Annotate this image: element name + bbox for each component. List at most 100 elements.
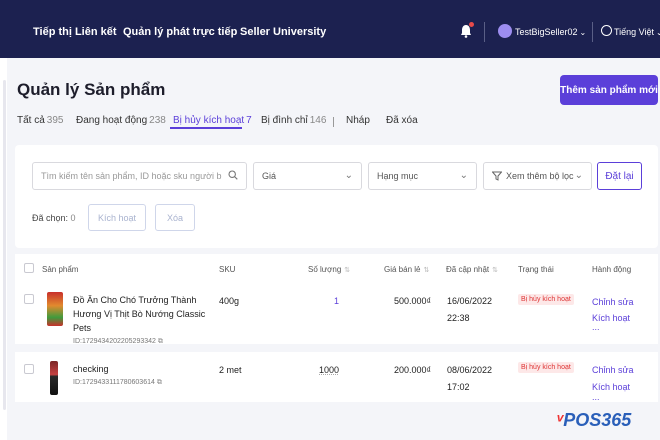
updated-time: 22:38 bbox=[447, 313, 470, 323]
header-quantity-label: Số lượng bbox=[308, 265, 342, 274]
selected-count: Đã chọn: 0 bbox=[32, 213, 76, 223]
tab-label: Bị hủy kích hoạt bbox=[173, 115, 245, 126]
notification-dot bbox=[469, 22, 474, 27]
price-filter-select[interactable]: Giá ⌄ bbox=[253, 162, 362, 190]
tab-label: Bị đình chỉ bbox=[261, 115, 308, 126]
active-tab-indicator bbox=[170, 127, 242, 129]
product-name[interactable]: checking bbox=[73, 362, 213, 376]
row-checkbox[interactable] bbox=[24, 364, 34, 374]
tab-active[interactable]: Đang hoạt động 238 bbox=[76, 115, 166, 126]
more-actions[interactable]: ... bbox=[592, 392, 600, 402]
product-id-text: ID:1729434202205293342 bbox=[73, 338, 156, 345]
header-actions: Hành động bbox=[592, 265, 632, 274]
header-updated[interactable]: Đã cập nhật ⇅ bbox=[446, 265, 498, 274]
tab-count: 238 bbox=[149, 115, 166, 126]
header-sku: SKU bbox=[219, 265, 236, 274]
divider bbox=[592, 22, 593, 42]
product-thumbnail[interactable] bbox=[50, 361, 58, 395]
bell-icon[interactable] bbox=[460, 22, 474, 38]
chevron-down-icon: ⌄ bbox=[344, 170, 353, 181]
bulk-delete-button[interactable]: Xóa bbox=[155, 204, 195, 231]
avatar[interactable] bbox=[498, 24, 512, 38]
username: TestBigSeller02 bbox=[515, 27, 578, 37]
category-filter-select[interactable]: Hạng mục ⌄ bbox=[368, 162, 477, 190]
product-price: 200.000₫ bbox=[394, 365, 432, 375]
header-updated-label: Đã cập nhật bbox=[446, 265, 490, 274]
bulk-activate-button[interactable]: Kích hoạt bbox=[88, 204, 146, 231]
product-info: checking ID:1729433111780603614 ⧉ bbox=[73, 362, 213, 390]
edit-link[interactable]: Chỉnh sửa bbox=[592, 294, 634, 310]
divider bbox=[484, 22, 485, 42]
nav-affiliate-marketing[interactable]: Tiếp thị Liên kết bbox=[33, 26, 117, 38]
tab-all[interactable]: Tất cả 395 bbox=[17, 115, 63, 126]
language-label: Tiếng Việt bbox=[614, 27, 655, 37]
chevron-down-icon: ⌄ bbox=[459, 170, 468, 181]
tab-label: Tất cả bbox=[17, 115, 45, 126]
tab-divider bbox=[333, 117, 334, 127]
more-actions[interactable]: ... bbox=[592, 322, 600, 332]
status-badge: Bị hủy kích hoạt bbox=[518, 294, 574, 305]
header-price[interactable]: Giá bán lẻ ⇅ bbox=[384, 265, 429, 274]
product-thumbnail[interactable] bbox=[47, 292, 63, 326]
brand-watermark: ᵛPOS365 bbox=[556, 410, 632, 430]
edit-link[interactable]: Chỉnh sửa bbox=[592, 362, 634, 378]
product-sku: 400g bbox=[219, 296, 240, 306]
nav-live-stream-management[interactable]: Quản lý phát trực tiếp bbox=[123, 26, 237, 38]
product-info: Đồ Ăn Cho Chó Trưởng Thành Hương Vị Thịt… bbox=[73, 293, 213, 349]
header-status: Trạng thái bbox=[518, 265, 554, 274]
updated-date: 08/06/2022 bbox=[447, 365, 493, 375]
header-price-label: Giá bán lẻ bbox=[384, 265, 421, 274]
tab-label: Đang hoạt động bbox=[76, 115, 148, 126]
updated-time: 17:02 bbox=[447, 382, 470, 392]
product-id-text: ID:1729433111780603614 bbox=[73, 379, 155, 386]
more-filters-label: Xem thêm bộ lọc bbox=[506, 171, 574, 181]
top-navbar: Tiếp thị Liên kết Quản lý phát trực tiếp… bbox=[0, 0, 660, 58]
tab-draft[interactable]: Nháp bbox=[346, 115, 370, 126]
tab-count: 7 bbox=[246, 115, 252, 126]
copy-icon[interactable]: ⧉ bbox=[158, 338, 163, 345]
brand-text: POS365 bbox=[563, 410, 632, 430]
sort-icon: ⇅ bbox=[492, 267, 499, 274]
tab-suspended[interactable]: Bị đình chỉ 146 bbox=[261, 115, 326, 126]
tab-deleted[interactable]: Đã xóa bbox=[386, 115, 418, 126]
select-all-checkbox[interactable] bbox=[24, 263, 34, 273]
selected-label: Đã chọn: bbox=[32, 213, 69, 223]
row-checkbox[interactable] bbox=[24, 294, 34, 304]
selected-number: 0 bbox=[70, 213, 76, 223]
reset-button[interactable]: Đặt lại bbox=[597, 162, 642, 190]
tab-count: 146 bbox=[309, 115, 327, 126]
sort-icon: ⇅ bbox=[423, 267, 430, 274]
product-id: ID:1729433111780603614 ⧉ bbox=[73, 376, 213, 390]
nav-seller-university[interactable]: Seller University bbox=[240, 26, 326, 38]
product-name[interactable]: Đồ Ăn Cho Chó Trưởng Thành Hương Vị Thịt… bbox=[73, 293, 213, 335]
filter-card bbox=[15, 145, 658, 248]
status-badge: Bị hủy kích hoạt bbox=[518, 362, 574, 373]
chevron-down-icon: ⌄ bbox=[656, 28, 660, 37]
product-sku: 2 met bbox=[219, 365, 242, 375]
add-product-button[interactable]: Thêm sản phẩm mới bbox=[560, 75, 658, 105]
product-quantity[interactable]: 1000 bbox=[319, 363, 339, 377]
updated-date: 16/06/2022 bbox=[447, 296, 493, 306]
tab-count: 395 bbox=[46, 115, 64, 126]
more-filters-select[interactable]: Xem thêm bộ lọc ⌄ bbox=[483, 162, 592, 190]
search-placeholder: Tìm kiếm tên sản phẩm, ID hoặc sku người… bbox=[41, 171, 222, 181]
copy-icon[interactable]: ⧉ bbox=[157, 379, 162, 386]
product-id: ID:1729434202205293342 ⧉ bbox=[73, 335, 213, 349]
header-quantity[interactable]: Số lượng ⇅ bbox=[308, 265, 350, 274]
search-icon bbox=[228, 170, 238, 183]
search-input[interactable]: Tìm kiếm tên sản phẩm, ID hoặc sku người… bbox=[32, 162, 247, 190]
user-menu[interactable]: TestBigSeller02 ⌄ bbox=[515, 27, 586, 37]
status-tabs: Tất cả 395 Đang hoạt động 238 Bị hủy kích … bbox=[0, 106, 660, 134]
header-product: Sản phẩm bbox=[42, 265, 79, 274]
price-filter-label: Giá bbox=[262, 171, 277, 181]
tab-deactivated[interactable]: Bị hủy kích hoạt 7 bbox=[173, 115, 252, 126]
page-title: Quản lý Sản phẩm bbox=[17, 80, 166, 99]
category-filter-label: Hạng mục bbox=[377, 171, 419, 181]
globe-icon bbox=[601, 25, 612, 36]
tab-label: Đã xóa bbox=[386, 115, 418, 126]
language-selector[interactable]: Tiếng Việt ⌄ bbox=[614, 27, 660, 37]
filter-icon bbox=[491, 171, 503, 183]
product-price: 500.000₫ bbox=[394, 296, 432, 306]
chevron-down-icon: ⌄ bbox=[574, 170, 583, 181]
product-quantity[interactable]: 1 bbox=[334, 294, 339, 308]
